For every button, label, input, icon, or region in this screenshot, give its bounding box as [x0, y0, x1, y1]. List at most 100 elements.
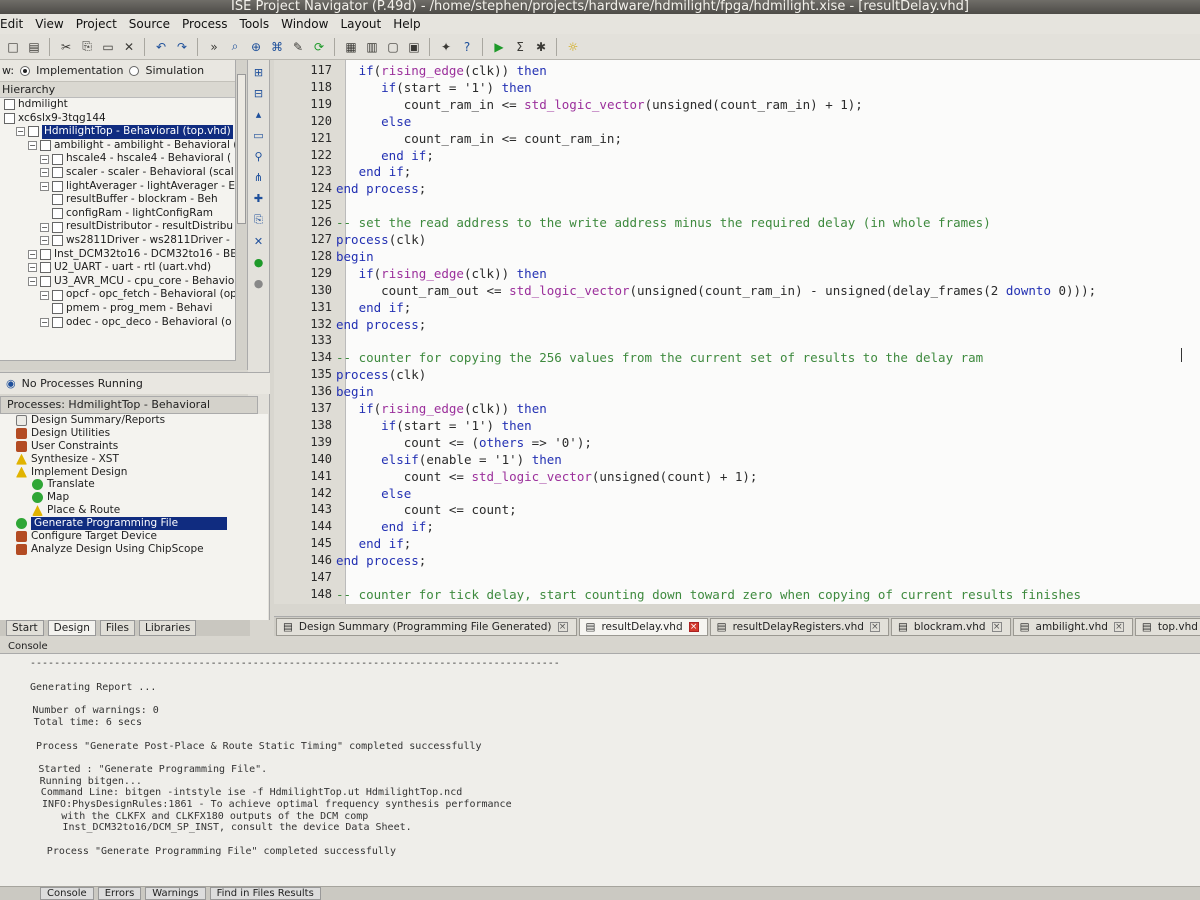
process-item[interactable]: Analyze Design Using ChipScope — [0, 543, 268, 556]
implementation-label[interactable]: Implementation — [36, 64, 123, 77]
code-line[interactable]: else — [336, 114, 1200, 129]
code-line[interactable]: if(rising_edge(clk)) then — [336, 63, 1200, 78]
code-line[interactable]: -- counter for copying the 256 values fr… — [336, 350, 1200, 365]
expand-toggle-icon[interactable]: − — [40, 290, 49, 300]
menu-layout[interactable]: Layout — [340, 17, 381, 31]
code-line[interactable]: -- set the read address to the write add… — [336, 215, 1200, 230]
bottom-tab-warnings[interactable]: Warnings — [145, 887, 206, 900]
undo-icon[interactable]: ↶ — [152, 38, 170, 56]
zoom-icon[interactable]: ⊕ — [247, 38, 265, 56]
tree-item[interactable]: − scaler - scaler - Behavioral (scal — [0, 166, 247, 180]
code-line[interactable]: end process; — [336, 181, 1200, 196]
wrench-icon[interactable]: ✎ — [289, 38, 307, 56]
code-line[interactable]: count_ram_in <= count_ram_in; — [336, 131, 1200, 146]
panel-icon[interactable]: ▢ — [384, 38, 402, 56]
scroll-thumb[interactable] — [237, 74, 246, 224]
process-item[interactable]: Place & Route — [0, 504, 268, 517]
code-line[interactable]: count <= count; — [336, 502, 1200, 517]
process-item[interactable]: Map — [0, 491, 268, 504]
expand-toggle-icon[interactable]: − — [40, 317, 49, 327]
process-item[interactable]: Configure Target Device — [0, 530, 268, 543]
find-icon[interactable]: ⌕ — [226, 38, 244, 56]
code-line[interactable]: elsif(enable = '1') then — [336, 452, 1200, 467]
editor-tab[interactable]: ▤ resultDelayRegisters.vhd × — [709, 617, 889, 636]
code-line[interactable]: count_ram_out <= std_logic_vector(unsign… — [336, 283, 1200, 298]
add-source-icon[interactable]: ✚ — [254, 192, 263, 205]
expand-icon[interactable]: ⊞ — [254, 66, 263, 79]
menu-edit[interactable]: Edit — [0, 17, 23, 31]
process-item[interactable]: Synthesize - XST — [0, 453, 268, 466]
tree-item[interactable]: − odec - opc_deco - Behavioral (o — [0, 316, 247, 330]
editor-tab[interactable]: ▤ Design Summary (Programming File Genera… — [276, 617, 577, 636]
menu-tools[interactable]: Tools — [240, 17, 270, 31]
process-item[interactable]: User Constraints — [0, 440, 268, 453]
tree-item[interactable]: − opcf - opc_fetch - Behavioral (op — [0, 288, 247, 302]
menu-help[interactable]: Help — [393, 17, 420, 31]
remove-source-icon[interactable]: ✕ — [254, 235, 263, 248]
close-tab-icon[interactable]: × — [688, 621, 699, 632]
simulation-label[interactable]: Simulation — [145, 64, 204, 77]
tree-item[interactable]: − resultDistributor - resultDistribu — [0, 220, 247, 234]
editor-tab[interactable]: ▤ ambilight.vhd × — [1012, 617, 1133, 636]
expand-toggle-icon[interactable]: − — [40, 222, 49, 232]
process-item[interactable]: Generate Programming File — [0, 517, 268, 531]
editor-tab[interactable]: ▤top.vhd× — [1134, 617, 1200, 636]
copy-icon[interactable]: ⎘ — [78, 38, 96, 56]
delete-icon[interactable]: ✕ — [120, 38, 138, 56]
tree-item[interactable]: − hscale4 - hscale4 - Behavioral ( — [0, 152, 247, 166]
expand-toggle-icon[interactable]: − — [28, 277, 37, 287]
bulb-icon[interactable]: ☼ — [564, 38, 582, 56]
expand-toggle-icon[interactable]: − — [40, 236, 49, 246]
settings-icon[interactable]: ✦ — [437, 38, 455, 56]
code-line[interactable]: -- counter for tick delay, start countin… — [336, 587, 1200, 602]
code-line[interactable]: else — [336, 486, 1200, 501]
code-line[interactable]: end if; — [336, 300, 1200, 315]
tab-design[interactable]: Design — [47, 620, 96, 636]
close-tab-icon[interactable]: × — [991, 621, 1002, 632]
tree-item[interactable]: − lightAverager - lightAverager - E — [0, 180, 247, 194]
document-icon[interactable]: ▭ — [253, 129, 263, 142]
code-line[interactable]: if(start = '1') then — [336, 80, 1200, 95]
code-line[interactable]: process(clk) — [336, 232, 1200, 247]
tab-start[interactable]: Start — [6, 620, 44, 636]
code-line[interactable]: count_ram_in <= std_logic_vector(unsigne… — [336, 97, 1200, 112]
code-line[interactable]: if(rising_edge(clk)) then — [336, 401, 1200, 416]
menu-project[interactable]: Project — [76, 17, 117, 31]
tree-item[interactable]: − ambilight - ambilight - Behavioral ( — [0, 139, 247, 153]
code-line[interactable]: count <= std_logic_vector(unsigned(count… — [336, 469, 1200, 484]
layout-icon[interactable]: ▥ — [363, 38, 381, 56]
refresh-icon[interactable]: ⟳ — [310, 38, 328, 56]
tab-libraries[interactable]: Libraries — [138, 620, 197, 636]
tree-item[interactable]: xc6slx9-3tqg144 — [0, 112, 247, 126]
collapse-icon[interactable]: ⊟ — [254, 87, 263, 100]
stop-icon[interactable]: ● — [254, 277, 264, 290]
expand-toggle-icon[interactable]: − — [40, 168, 49, 178]
code-line[interactable]: end process; — [336, 553, 1200, 568]
expand-toggle-icon[interactable]: − — [28, 263, 37, 273]
tree-item[interactable]: − HdmilightTop - Behavioral (top.vhd) — [0, 125, 247, 139]
process-item[interactable]: Design Summary/Reports — [0, 414, 268, 427]
tree-item[interactable]: resultBuffer - blockram - Beh — [0, 193, 247, 207]
editor-tab[interactable]: ▤ resultDelay.vhd × — [578, 617, 708, 636]
go-icon[interactable]: ● — [254, 256, 264, 269]
hierarchy-hscrollbar[interactable] — [0, 360, 236, 370]
tree-item[interactable]: pmem - prog_mem - Behavi — [0, 302, 247, 316]
code-line[interactable]: if(start = '1') then — [336, 418, 1200, 433]
expand-toggle-icon[interactable]: − — [28, 249, 37, 259]
tree-item[interactable]: configRam - lightConfigRam — [0, 207, 247, 221]
paste-icon[interactable]: ▭ — [99, 38, 117, 56]
simulation-radio[interactable] — [129, 65, 140, 76]
editor-tab[interactable]: ▤ blockram.vhd × — [890, 617, 1011, 636]
code-line[interactable]: process(clk) — [336, 367, 1200, 382]
tree-item[interactable]: − Inst_DCM32to16 - DCM32to16 - BE — [0, 248, 247, 262]
new-file-icon[interactable]: □ — [4, 38, 22, 56]
implementation-radio[interactable] — [20, 65, 31, 76]
bottom-tab-find-in-files-results[interactable]: Find in Files Results — [209, 887, 321, 900]
menu-process[interactable]: Process — [182, 17, 228, 31]
expand-toggle-icon[interactable]: − — [16, 127, 25, 137]
overflow-icon[interactable]: » — [205, 38, 223, 56]
expand-toggle-icon[interactable]: − — [28, 141, 37, 151]
tree-item[interactable]: hdmilight — [0, 98, 247, 112]
code-line[interactable]: end process; — [336, 317, 1200, 332]
menu-source[interactable]: Source — [129, 17, 170, 31]
